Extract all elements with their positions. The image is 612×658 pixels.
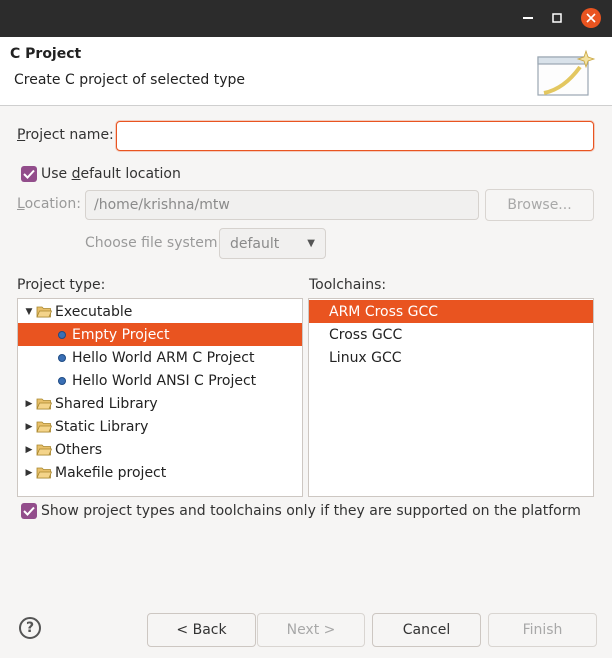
use-default-location-label-post: efault location — [80, 166, 181, 182]
minimize-icon — [523, 17, 533, 19]
tree-item-hello-world-arm[interactable]: Hello World ARM C Project — [18, 346, 302, 369]
use-default-location-label: Use default location — [41, 166, 181, 182]
location-value: /home/krishna/mtw — [94, 197, 230, 213]
file-system-select[interactable]: default ▼ — [219, 228, 326, 259]
collapse-arrow-icon: ▶ — [25, 421, 33, 432]
check-icon — [23, 169, 35, 179]
project-name-input[interactable] — [116, 121, 594, 151]
tree-item-hello-world-ansi[interactable]: Hello World ANSI C Project — [18, 369, 302, 392]
location-mnemonic: L — [17, 196, 25, 212]
folder-open-icon — [36, 306, 52, 318]
page-title: C Project — [10, 46, 82, 62]
toolchain-item-cross-gcc[interactable]: Cross GCC — [309, 323, 593, 346]
expand-arrow-icon: ▼ — [25, 306, 33, 317]
minimize-button[interactable] — [518, 8, 538, 28]
project-template-icon — [58, 330, 66, 339]
collapse-arrow-icon: ▶ — [25, 398, 33, 409]
tree-item-label: Static Library — [55, 418, 149, 435]
tree-item-executable[interactable]: ▼ Executable — [18, 300, 302, 323]
toolchains-list[interactable]: ARM Cross GCC Cross GCC Linux GCC — [308, 298, 594, 497]
project-name-mnemonic: P — [17, 127, 26, 143]
tree-item-others[interactable]: ▶ Others — [18, 438, 302, 461]
tree-item-label: Executable — [55, 303, 133, 320]
chevron-down-icon: ▼ — [307, 238, 315, 249]
file-system-value: default — [230, 235, 280, 252]
location-input[interactable]: /home/krishna/mtw — [85, 190, 479, 220]
tree-item-label: Hello World ARM C Project — [72, 349, 255, 366]
project-type-label: Project type: — [17, 277, 106, 293]
tree-item-shared-library[interactable]: ▶ Shared Library — [18, 392, 302, 415]
use-default-location-checkbox[interactable] — [21, 166, 37, 182]
location-label: Location: — [17, 196, 81, 212]
toolchain-item-linux-gcc[interactable]: Linux GCC — [309, 346, 593, 369]
project-name-label-post: roject name: — [25, 127, 114, 143]
tree-item-label: Shared Library — [55, 395, 158, 412]
show-supported-checkbox[interactable] — [21, 503, 37, 519]
check-icon — [23, 506, 35, 516]
folder-icon — [36, 398, 52, 410]
collapse-arrow-icon: ▶ — [25, 467, 33, 478]
tree-item-empty-project[interactable]: Empty Project — [18, 323, 302, 346]
location-label-post: ocation: — [24, 196, 81, 212]
close-icon — [586, 13, 596, 23]
folder-icon — [36, 467, 52, 479]
use-default-location-mnemonic: d — [71, 166, 81, 182]
wizard-banner-icon — [537, 49, 596, 96]
tree-item-static-library[interactable]: ▶ Static Library — [18, 415, 302, 438]
wizard-header: C Project Create C project of selected t… — [0, 37, 612, 106]
help-icon: ? — [25, 620, 35, 636]
maximize-button[interactable] — [547, 8, 567, 28]
project-name-label: Project name: — [17, 127, 114, 143]
show-supported-label: Show project types and toolchains only i… — [41, 503, 581, 519]
window-titlebar — [0, 0, 612, 37]
close-button[interactable] — [581, 8, 601, 28]
toolchains-label: Toolchains: — [309, 277, 387, 293]
back-button[interactable]: < Back — [147, 613, 256, 647]
tree-item-label: Empty Project — [72, 326, 170, 343]
project-type-tree[interactable]: ▼ Executable Empty Project Hello World A… — [17, 298, 303, 497]
file-system-label: Choose file system: — [85, 235, 223, 251]
page-subtitle: Create C project of selected type — [14, 72, 245, 88]
cancel-button[interactable]: Cancel — [372, 613, 481, 647]
maximize-icon — [552, 13, 562, 23]
folder-icon — [36, 421, 52, 433]
use-default-location-label-pre: Use — [41, 166, 72, 182]
project-template-icon — [58, 353, 66, 362]
tree-item-label: Makefile project — [55, 464, 167, 481]
tree-item-label: Hello World ANSI C Project — [72, 372, 257, 389]
tree-item-label: Others — [55, 441, 103, 458]
tree-item-makefile-project[interactable]: ▶ Makefile project — [18, 461, 302, 484]
toolchain-item-arm-cross-gcc[interactable]: ARM Cross GCC — [309, 300, 593, 323]
collapse-arrow-icon: ▶ — [25, 444, 33, 455]
help-button[interactable]: ? — [19, 617, 41, 639]
folder-icon — [36, 444, 52, 456]
finish-button[interactable]: Finish — [488, 613, 597, 647]
project-template-icon — [58, 376, 66, 385]
browse-button[interactable]: Browse... — [485, 189, 594, 221]
next-button[interactable]: Next > — [257, 613, 365, 647]
